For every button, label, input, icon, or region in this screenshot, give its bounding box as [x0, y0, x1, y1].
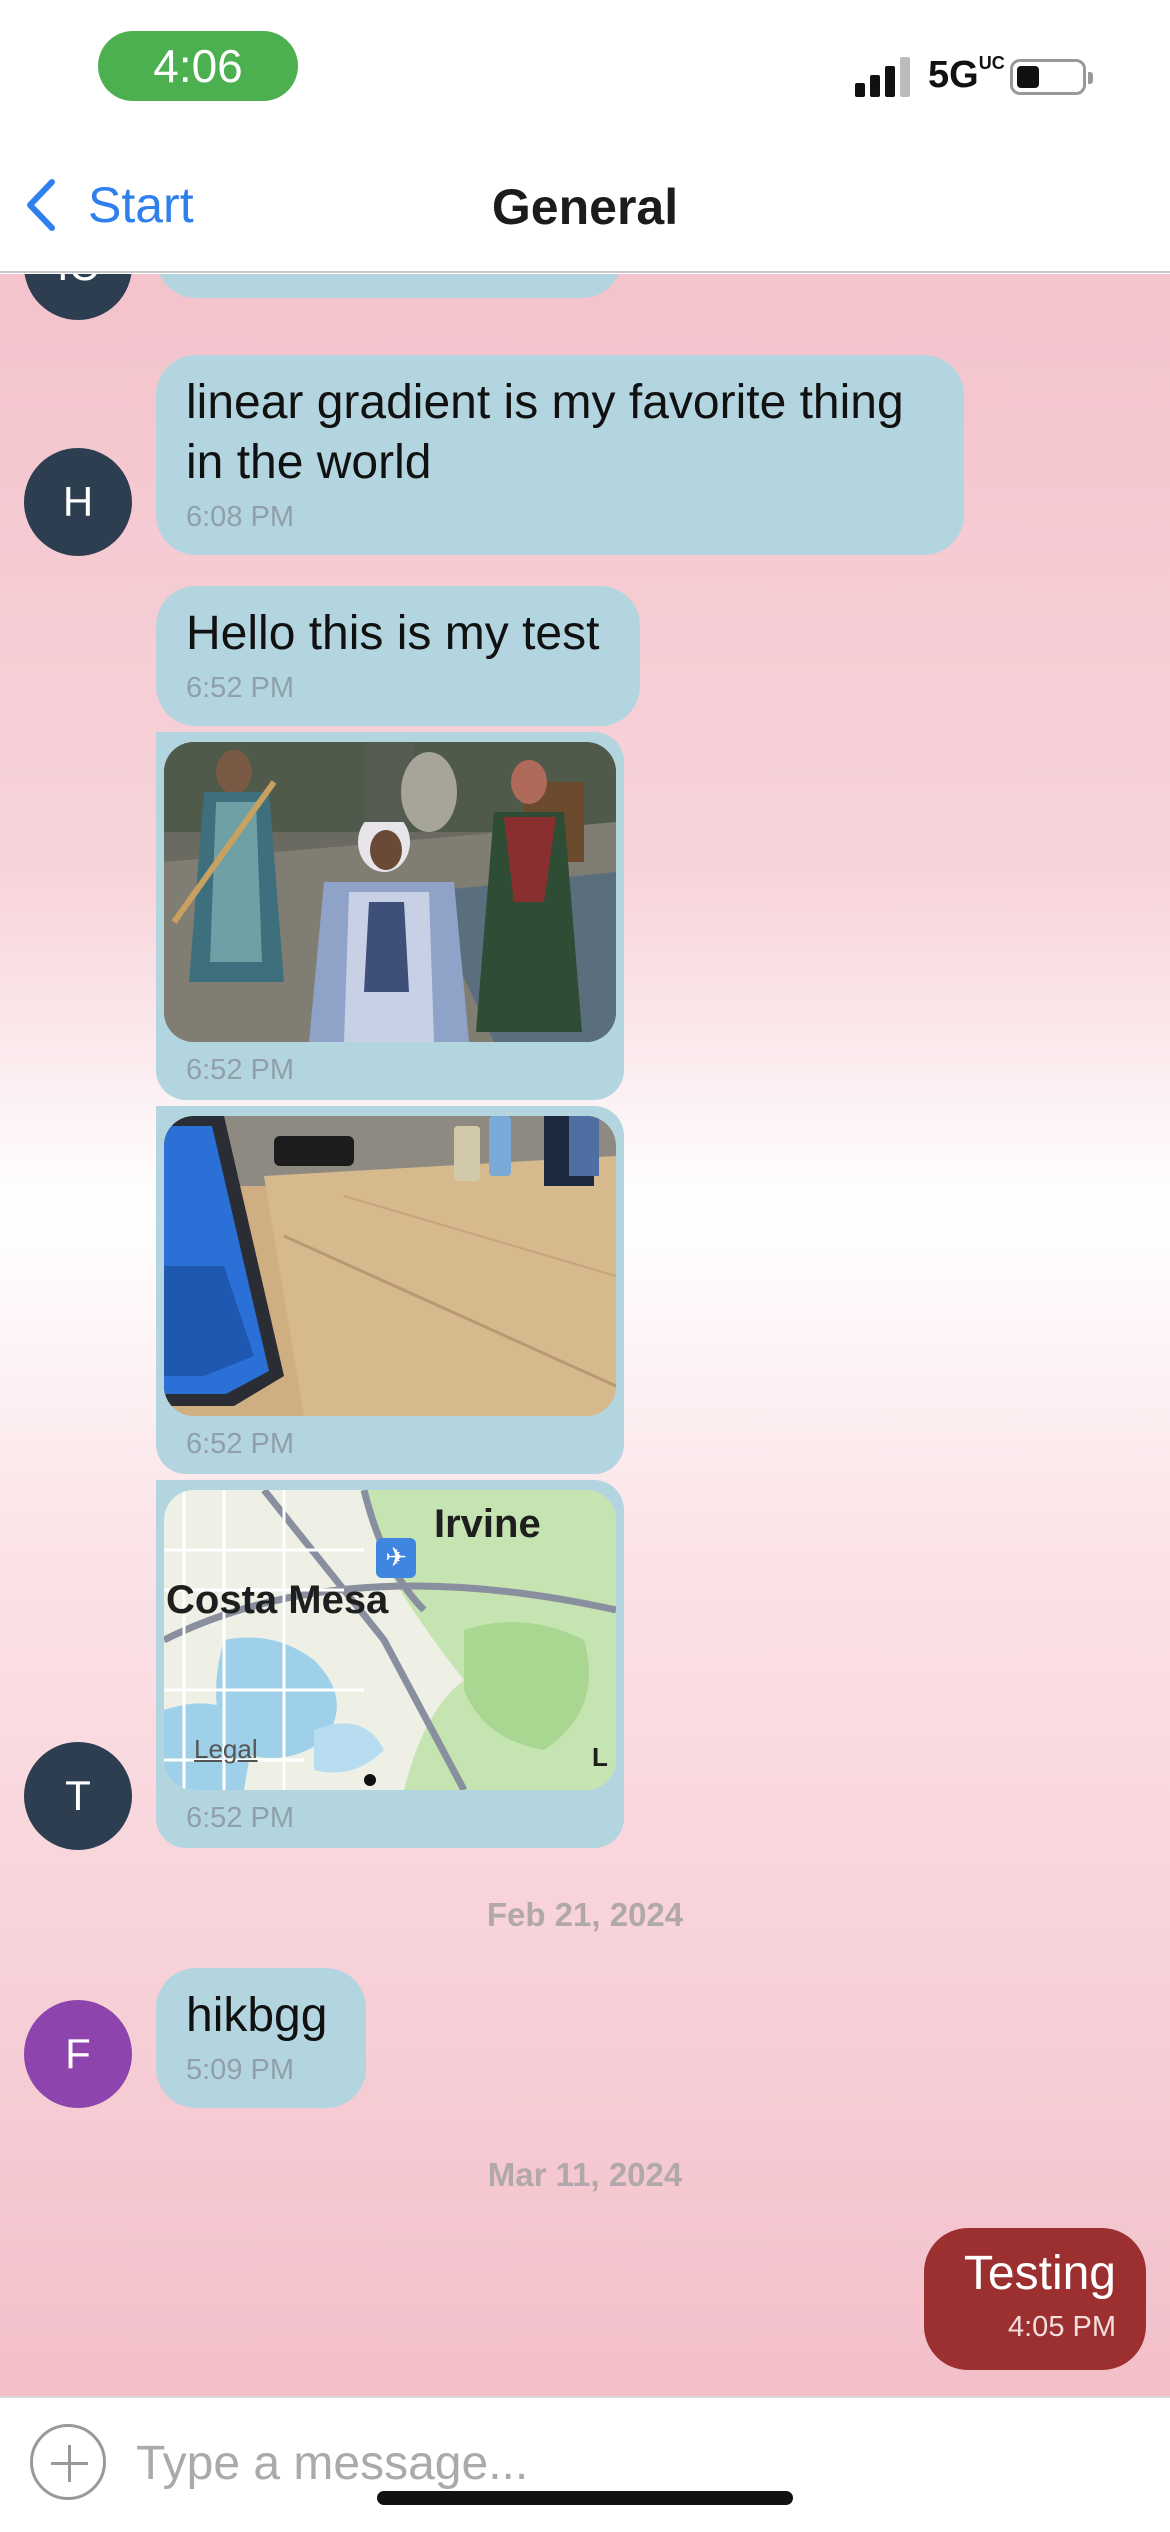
status-bar: 4:06 5GUC — [0, 0, 1170, 140]
date-separator: Mar 11, 2024 — [487, 2156, 683, 2193]
message-time: 5:49 PM — [156, 274, 622, 291]
message-time: 6:52 PM — [186, 1054, 294, 1086]
home-indicator[interactable] — [377, 2491, 793, 2505]
map-corner-label: L — [592, 1742, 608, 1772]
chevron-left-icon — [27, 179, 55, 231]
photo-attachment[interactable] — [164, 1116, 616, 1416]
message-text: linear gradient is my favorite thing in … — [186, 376, 904, 489]
message-bubble[interactable]: Hello this is my test 6:52 PM — [156, 586, 640, 726]
message-time: 5:09 PM — [186, 2054, 294, 2086]
network-suffix: UC — [978, 53, 1005, 73]
avatar[interactable]: IC — [24, 274, 132, 320]
avatar-initials: IC — [57, 274, 99, 290]
avatar[interactable]: T — [24, 1742, 132, 1850]
avatar-initials: H — [62, 478, 94, 525]
photo-desk — [164, 1116, 616, 1416]
add-attachment-button[interactable] — [30, 2424, 106, 2500]
sent-message-bubble[interactable]: Testing 4:05 PM — [924, 2228, 1146, 2370]
battery-icon — [1010, 59, 1093, 95]
message-time: 6:52 PM — [186, 672, 294, 704]
avatar-initials: T — [65, 1772, 91, 1819]
message-list[interactable]: IC 5:49 PM H linear gradient is my favor… — [0, 274, 1170, 2396]
composer — [0, 2396, 1170, 2532]
avatar-initials: F — [65, 2030, 91, 2077]
message-bubble[interactable]: 6:52 PM — [156, 1106, 624, 1474]
photo-attachment[interactable] — [164, 742, 616, 1042]
message-text: hikbgg — [186, 1989, 328, 2042]
nav-bar: Start General — [0, 140, 1170, 273]
message-bubble[interactable]: ✈ Irvine Costa Mesa Legal L 6:52 PM — [156, 1480, 624, 1848]
map-legal-link[interactable]: Legal — [194, 1734, 258, 1765]
map-label-costa-mesa: Costa Mesa — [166, 1578, 389, 1622]
photo-characters — [164, 742, 616, 1042]
message-time: 6:52 PM — [186, 1428, 294, 1460]
map-label-irvine: Irvine — [434, 1502, 541, 1546]
message-input[interactable] — [136, 2428, 1116, 2498]
message-bubble[interactable]: linear gradient is my favorite thing in … — [156, 355, 964, 555]
back-label: Start — [88, 177, 194, 233]
svg-text:✈: ✈ — [385, 1543, 407, 1573]
message-time: 6:52 PM — [186, 1802, 294, 1834]
message-bubble[interactable]: 6:52 PM — [156, 732, 624, 1100]
map-attachment[interactable]: ✈ Irvine Costa Mesa Legal L — [164, 1490, 616, 1790]
network-label: 5G — [928, 54, 979, 96]
message-text: Hello this is my test — [186, 607, 600, 660]
message-time: 4:05 PM — [1008, 2311, 1116, 2343]
back-button[interactable]: Start — [24, 176, 194, 234]
date-separator: Feb 21, 2024 — [486, 1896, 684, 1933]
message-time: 6:08 PM — [186, 501, 294, 533]
avatar[interactable]: F — [24, 2000, 132, 2108]
signal-icon — [855, 57, 913, 97]
status-time: 4:06 — [98, 31, 298, 101]
message-bubble[interactable]: 5:49 PM — [156, 274, 622, 298]
message-bubble[interactable]: hikbgg 5:09 PM — [156, 1968, 366, 2108]
avatar[interactable]: H — [24, 448, 132, 556]
message-text: Testing — [963, 2247, 1116, 2300]
